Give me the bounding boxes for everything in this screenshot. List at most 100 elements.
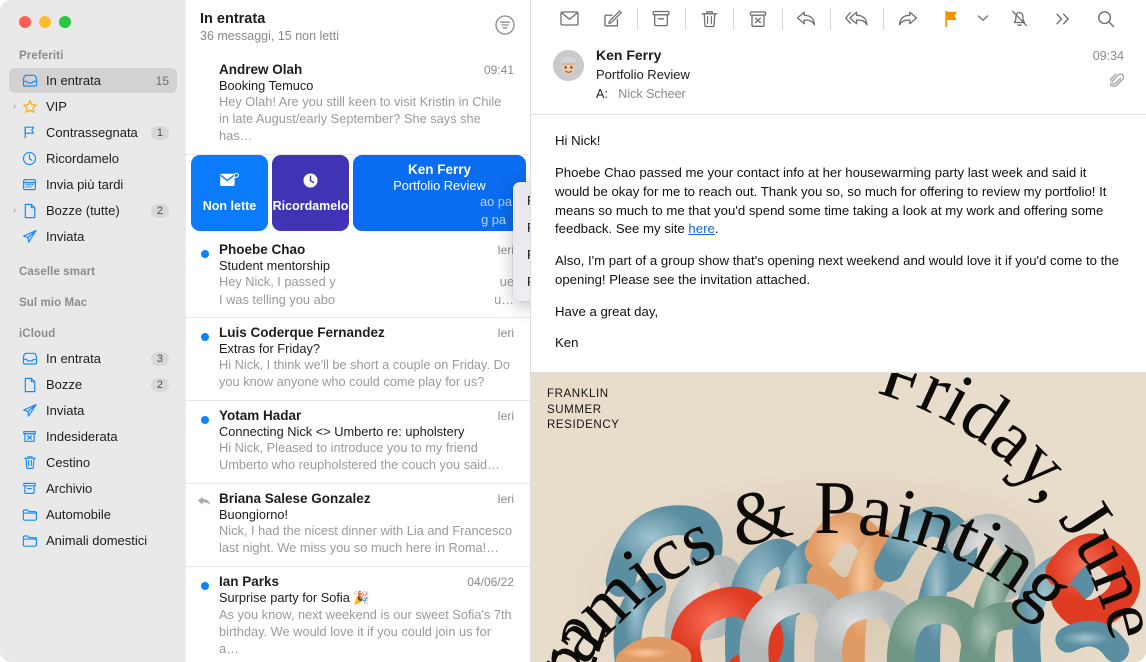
inbox-icon xyxy=(20,74,39,88)
message-subject: Extras for Friday? xyxy=(219,341,320,357)
message-date: Ieri xyxy=(497,326,514,341)
sidebar-item-vip[interactable]: › VIP xyxy=(9,94,177,119)
close-button[interactable] xyxy=(19,16,31,28)
sidebar-item-count: 3 xyxy=(150,351,169,366)
menu-item-ricordamelo-stasera[interactable]: Ricordamelo stasera xyxy=(513,215,530,242)
disclosure-icon: › xyxy=(9,484,20,494)
poster-corner-text: FRANKLIN SUMMER RESIDENCY xyxy=(547,387,620,434)
sidebar-item-animali-domestici[interactable]: › Animali domestici xyxy=(9,528,177,553)
unread-indicator xyxy=(201,581,209,590)
sidebar-item-count: 15 xyxy=(155,73,169,88)
table-row[interactable]: Briana Salese Gonzalez Ieri Buongiorno! … xyxy=(186,484,530,567)
sidebar-item-cestino[interactable]: › Cestino xyxy=(9,450,177,475)
trash-icon xyxy=(20,455,39,470)
sidebar-item-label: Ricordamelo xyxy=(46,151,119,166)
site-link[interactable]: here xyxy=(688,221,714,236)
recipient-label: A: xyxy=(596,87,608,102)
forward-button[interactable] xyxy=(897,4,919,34)
sidebar-item-indesiderata[interactable]: › Indesiderata xyxy=(9,424,177,449)
swipe-action-non-lette[interactable]: Non lette xyxy=(191,154,268,231)
preview-line: Hey Nick, I passed y xyxy=(219,273,336,289)
recipient-value[interactable]: Nick Scheer xyxy=(618,87,685,101)
sidebar-item-icloud-in-entrata[interactable]: › In entrata 3 xyxy=(9,346,177,371)
disclosure-icon: › xyxy=(9,458,20,468)
paperclip-icon[interactable] xyxy=(1093,73,1124,88)
search-button[interactable] xyxy=(1096,4,1118,34)
more-button[interactable] xyxy=(1052,4,1074,34)
table-row[interactable]: Ian Parks 04/06/22 Surprise party for So… xyxy=(186,567,530,662)
disclosure-icon[interactable]: › xyxy=(9,101,20,112)
reply-button[interactable] xyxy=(795,4,817,34)
message-date: Ieri xyxy=(497,492,514,507)
message-subject: Portfolio Review xyxy=(393,177,486,193)
sidebar-item-icloud-inviata[interactable]: › Inviata xyxy=(9,398,177,423)
chevron-down-icon[interactable] xyxy=(976,10,990,28)
context-menu[interactable]: Ricordamelo tra un'ora Ricordamelo stase… xyxy=(513,182,530,302)
body-text: . xyxy=(714,221,719,237)
sidebar-item-archivio[interactable]: › Archivio xyxy=(9,476,177,501)
attachment-poster-image[interactable]: FRANKLIN SUMMER RESIDENCY amics & Painti… xyxy=(531,372,1146,662)
message-sender: Ken Ferry xyxy=(407,161,472,177)
toolbar-divider xyxy=(829,7,831,30)
archive-button[interactable] xyxy=(651,4,673,34)
mark-unread-button[interactable] xyxy=(559,4,581,34)
selected-message-card[interactable]: Ken Ferry Portfolio Review ao pa g pa xyxy=(353,154,526,231)
message-sender: Yotam Hadar xyxy=(219,408,302,424)
sidebar-item-automobile[interactable]: › Automobile xyxy=(9,502,177,527)
filter-icon[interactable] xyxy=(494,14,516,36)
table-row[interactable]: Phoebe Chao Ieri Student mentorship Hey … xyxy=(186,235,530,319)
table-row[interactable]: Luis Coderque Fernandez Ieri Extras for … xyxy=(186,318,530,402)
poster-line-3: RESIDENCY xyxy=(547,419,620,432)
message-body: Hi Nick! Phoebe Chao passed me your cont… xyxy=(531,115,1146,372)
message-date: 04/06/22 xyxy=(467,574,514,589)
sidebar-item-bozze-tutte[interactable]: › Bozze (tutte) 2 xyxy=(9,198,177,223)
sidebar-item-invia-piu-tardi[interactable]: › Invia più tardi xyxy=(9,172,177,197)
sidebar-item-in-entrata[interactable]: › In entrata 15 xyxy=(9,68,177,93)
sidebar-item-label: Animali domestici xyxy=(46,533,148,548)
sidebar-item-inviata[interactable]: › Inviata xyxy=(9,224,177,249)
table-row[interactable]: Andrew Olah 09:41 Booking Temuco Hey Ola… xyxy=(186,55,530,155)
swipe-action-ricordamelo[interactable]: Ricordamelo xyxy=(272,154,349,231)
sidebar: Preferiti › In entrata 15 › VIP › Contra… xyxy=(0,0,186,662)
sidebar-item-icloud-bozze[interactable]: › Bozze 2 xyxy=(9,372,177,397)
disclosure-icon: › xyxy=(9,128,20,138)
calendar-icon xyxy=(20,177,39,192)
junk-button[interactable] xyxy=(747,4,769,34)
toolbar-divider xyxy=(733,7,735,30)
message-list[interactable]: In entrata 36 messaggi, 15 non letti And… xyxy=(186,0,531,662)
disclosure-icon[interactable]: › xyxy=(9,205,20,216)
body-text: Phoebe Chao passed me your contact info … xyxy=(555,165,1107,237)
star-icon xyxy=(20,99,39,115)
menu-item-ricordamelo-tra-unora[interactable]: Ricordamelo tra un'ora xyxy=(513,188,530,215)
poster-line-1: FRANKLIN xyxy=(547,388,609,400)
clock-icon xyxy=(20,151,39,166)
message-preview: Hey Nick, I passed y ue xyxy=(219,274,514,291)
clock-icon xyxy=(302,172,319,194)
mute-button[interactable] xyxy=(1009,4,1031,34)
table-row[interactable]: Yotam Hadar Ieri Connecting Nick <> Umbe… xyxy=(186,401,530,485)
minimize-button[interactable] xyxy=(39,16,51,28)
poster-line-2: SUMMER xyxy=(547,403,602,416)
flag-button[interactable] xyxy=(940,4,962,34)
sidebar-item-label: Inviata xyxy=(46,403,85,418)
disclosure-icon: › xyxy=(9,76,20,86)
sidebar-section-preferiti: Preferiti xyxy=(19,50,64,62)
avatar xyxy=(553,50,584,82)
table-row-with-swipe-actions[interactable]: Non lette Ricordamelo Ken Ferry Portfoli… xyxy=(186,154,530,235)
disclosure-icon: › xyxy=(9,232,20,242)
maximize-button[interactable] xyxy=(59,16,71,28)
sidebar-item-count: 1 xyxy=(150,125,169,140)
sidebar-item-count: 2 xyxy=(150,203,169,218)
flag-icon xyxy=(20,125,39,140)
sidebar-item-contrassegnata[interactable]: › Contrassegnata 1 xyxy=(9,120,177,145)
message-sender: Andrew Olah xyxy=(219,62,303,77)
menu-item-ricordamelo-piu-tardi[interactable]: Ricordamelo più tardi... xyxy=(513,269,530,296)
compose-button[interactable] xyxy=(603,4,625,34)
sidebar-item-label: VIP xyxy=(46,99,67,114)
menu-item-ricordamelo-domani[interactable]: Ricordamelo domani xyxy=(513,242,530,269)
message-preview-fragment: ao pa xyxy=(479,193,512,209)
toolbar-divider xyxy=(685,7,686,30)
sidebar-item-ricordamelo[interactable]: › Ricordamelo xyxy=(9,146,177,171)
reply-all-button[interactable] xyxy=(843,4,870,34)
delete-button[interactable] xyxy=(699,4,721,34)
